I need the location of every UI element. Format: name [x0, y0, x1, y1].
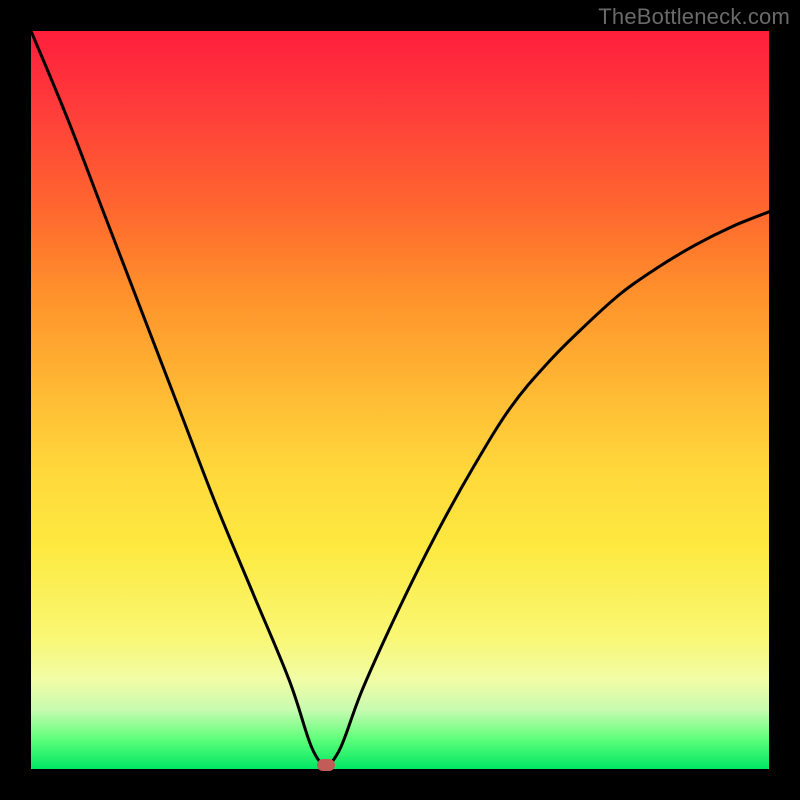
- plot-area: [31, 31, 769, 769]
- optimal-point-marker: [317, 759, 335, 771]
- chart-frame: TheBottleneck.com: [0, 0, 800, 800]
- bottleneck-curve: [31, 31, 769, 769]
- watermark-text: TheBottleneck.com: [598, 4, 790, 30]
